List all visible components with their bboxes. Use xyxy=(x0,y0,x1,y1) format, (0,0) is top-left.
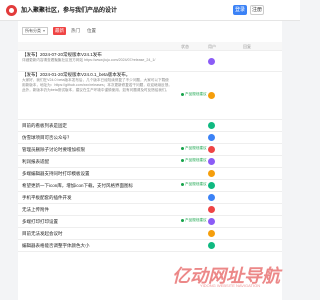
avatar[interactable] xyxy=(208,157,215,165)
status-badge: 产品规划建议 xyxy=(181,92,207,97)
topic-title[interactable]: 目前无法发起会议时 xyxy=(22,231,172,237)
topic-title[interactable]: 仿雪球项目可否公众号？ xyxy=(22,135,172,141)
status-label: 产品规划建议 xyxy=(185,182,207,186)
list-header: 状态 用户 回复 xyxy=(18,42,282,51)
tab-position[interactable]: 位置 xyxy=(85,27,98,35)
site-title[interactable]: 加入聚聚社区，参与我们产品的设计 xyxy=(21,5,117,14)
status-label: 产品规划建议 xyxy=(185,158,207,162)
status-dot-icon xyxy=(181,158,184,162)
chevron-down-icon: ▾ xyxy=(42,28,45,33)
status-badge: 产品规划建议 xyxy=(181,182,207,187)
avatar[interactable] xyxy=(208,205,215,213)
status-dot-icon xyxy=(181,218,184,222)
topic-excerpt: 大家好，我们在V24.0 beta版本发布后，几个版本已经陆续修复了不少问题，大… xyxy=(22,78,172,92)
status-label: 产品规划建议 xyxy=(185,146,207,150)
status-badge: 产品规划建议 xyxy=(181,158,207,163)
topic-title[interactable]: 多端编辑器支持同时打印模板设置 xyxy=(22,171,172,177)
status-badge: 产品规划建议 xyxy=(181,146,207,151)
avatar[interactable] xyxy=(208,181,215,189)
tab-hot[interactable]: 热门 xyxy=(69,27,82,35)
avatar[interactable] xyxy=(208,229,215,237)
avatar[interactable] xyxy=(208,91,215,99)
topic-title[interactable]: 利润报表适配 xyxy=(22,159,172,165)
status-badge: 产品规划建议 xyxy=(181,218,207,223)
tab-latest[interactable]: 最新 xyxy=(53,27,66,35)
avatar[interactable] xyxy=(208,57,215,65)
list-item[interactable]: 【发布】2024-07-20常规版本V24.1发布 详细更新内容请查看聚聚社区官方… xyxy=(18,51,282,72)
topic-title[interactable]: 无法上传附件 xyxy=(22,207,172,213)
watermark-subtext: YIDONG WEBSITE NAVIGATION xyxy=(200,283,261,288)
status-dot-icon xyxy=(181,182,184,186)
status-label: 产品规划建议 xyxy=(185,92,207,96)
topic-title[interactable]: 希望更新一下icon库，增加icon下载，支付风格界面图标 xyxy=(22,183,172,189)
register-button[interactable]: 注册 xyxy=(250,5,264,15)
column-status: 状态 xyxy=(181,44,189,49)
topic-title[interactable]: 目前的看板列表是固定 xyxy=(22,123,172,129)
avatar[interactable] xyxy=(208,193,215,201)
avatar[interactable] xyxy=(208,217,215,225)
avatar[interactable] xyxy=(208,133,215,141)
site-logo-icon[interactable] xyxy=(6,5,17,16)
avatar[interactable] xyxy=(208,169,215,177)
category-select[interactable]: 所有分类 ▾ xyxy=(22,27,48,35)
top-bar: 加入聚聚社区，参与我们产品的设计 登录 注册 xyxy=(0,0,300,21)
category-select-value: 所有分类 xyxy=(25,28,41,33)
column-replies: 回复 xyxy=(243,44,251,49)
list-item[interactable]: 【发布】2024-01-20常规版本V24.0.1_beta版本发布。 大家好，我… xyxy=(18,71,282,120)
topic-list-panel: 所有分类 ▾ 最新 热门 位置 状态 用户 回复 【发布】2024-07-20常… xyxy=(18,21,282,300)
topic-title[interactable]: 多端打印打印设置 xyxy=(22,219,172,225)
avatar[interactable] xyxy=(208,145,215,153)
status-dot-icon xyxy=(181,92,184,96)
column-user: 用户 xyxy=(208,44,216,49)
status-dot-icon xyxy=(181,146,184,150)
login-button[interactable]: 登录 xyxy=(233,5,247,15)
status-label: 产品规划建议 xyxy=(185,218,207,222)
topic-title[interactable]: 管理员删除子讨论时要增加权限 xyxy=(22,147,172,153)
topic-excerpt: 详细更新内容请查看聚聚社区官方网站 https://www.jiuju.com/… xyxy=(22,58,156,62)
avatar[interactable] xyxy=(208,241,215,249)
list-item[interactable]: 编辑器表格能否调整字体颜色大小 xyxy=(18,239,282,252)
topic-title[interactable]: 手机平板配套的插件开发 xyxy=(22,195,172,201)
avatar[interactable] xyxy=(208,121,215,129)
topic-title[interactable]: 编辑器表格能否调整字体颜色大小 xyxy=(22,243,172,249)
